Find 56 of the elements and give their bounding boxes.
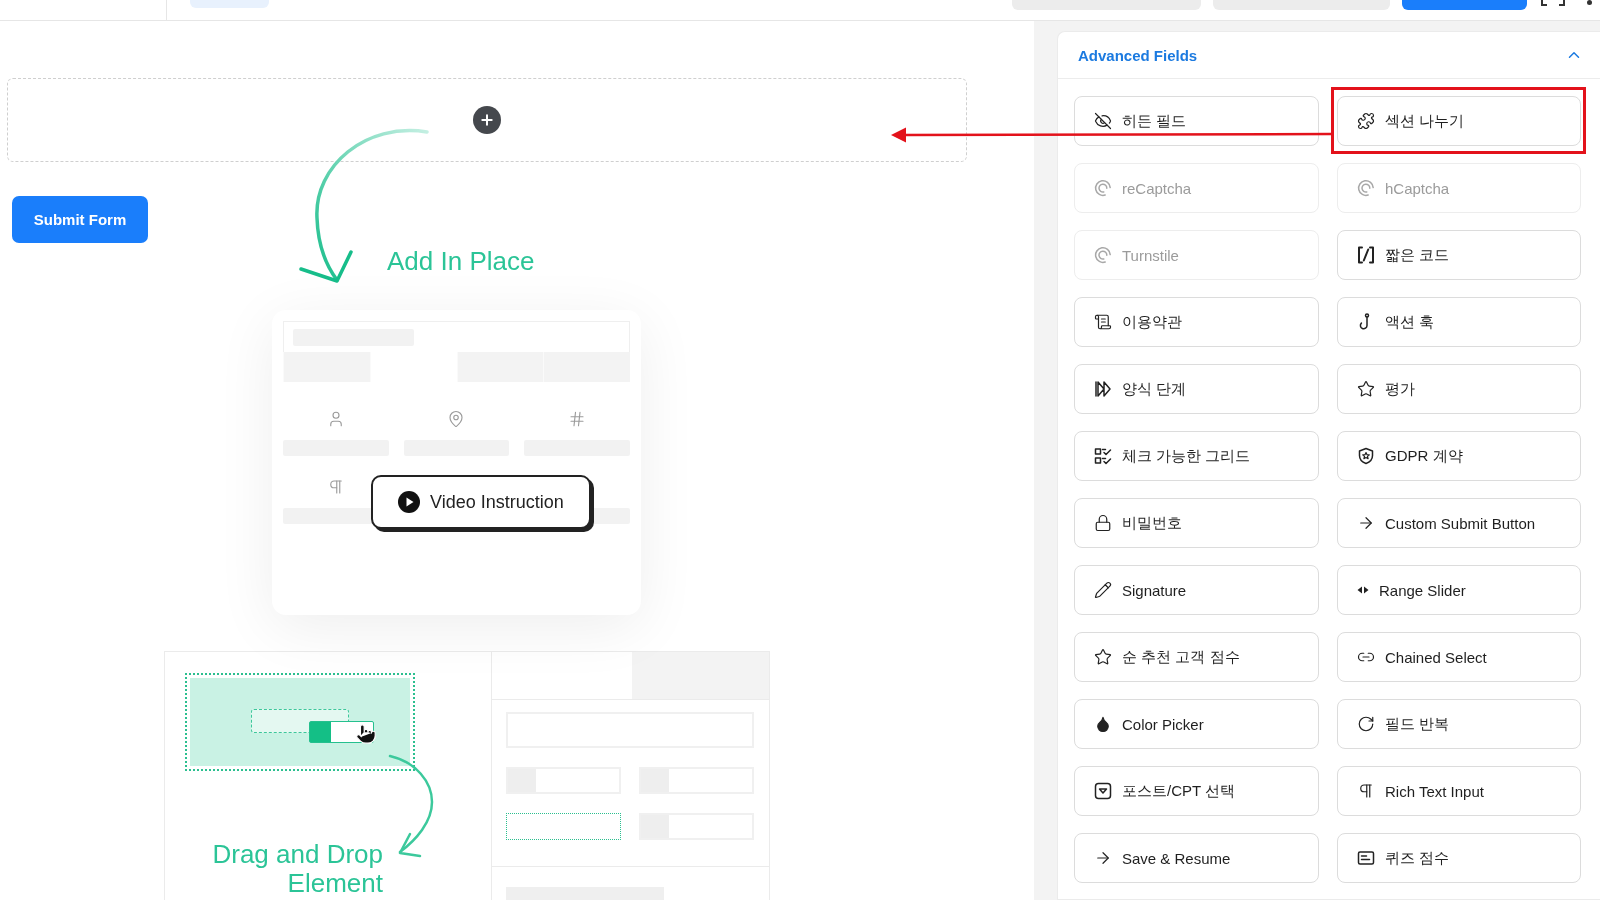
field-type-button[interactable]: 히든 필드: [1074, 96, 1319, 146]
arrow-right-icon: [1357, 514, 1375, 532]
pilcrow-icon: [1357, 782, 1375, 800]
lock-icon: [1094, 514, 1112, 532]
swirl-icon: [1094, 179, 1112, 197]
field-type-button[interactable]: 체크 가능한 그리드: [1074, 431, 1319, 481]
left-right-arrows-icon: [1357, 586, 1369, 594]
section-title: Advanced Fields: [1078, 46, 1198, 64]
submit-button[interactable]: Submit Form: [12, 196, 148, 243]
field-type-button[interactable]: 양식 단계: [1074, 364, 1319, 414]
field-type-button[interactable]: Signature: [1074, 565, 1319, 615]
field-type-button[interactable]: 짧은 코드: [1337, 230, 1581, 280]
star-icon: [1357, 380, 1375, 398]
field-type-button[interactable]: Save & Resume: [1074, 833, 1319, 883]
field-type-button[interactable]: 액션 훅: [1337, 297, 1581, 347]
dropdown-icon: [1094, 782, 1112, 800]
field-type-button[interactable]: Range Slider: [1337, 565, 1581, 615]
refresh-icon: [1357, 715, 1375, 733]
field-type-button[interactable]: Chained Select: [1337, 632, 1581, 682]
shield-star-icon: [1357, 447, 1375, 465]
brackets-icon: [1357, 246, 1375, 264]
field-type-button[interactable]: 섹션 나누기: [1337, 96, 1581, 146]
checklist-icon: [1094, 447, 1112, 465]
field-type-button[interactable]: 비밀번호: [1074, 498, 1319, 548]
dots-icon[interactable]: [1587, 0, 1592, 5]
guide-caption: Drag and Drop Element: [211, 840, 383, 898]
map-pin-icon: [447, 410, 466, 428]
eye-off-icon: [1094, 112, 1112, 130]
add-button[interactable]: [473, 106, 501, 134]
field-type-button[interactable]: 포스트/CPT 선택: [1074, 766, 1319, 816]
field-type-button[interactable]: Color Picker: [1074, 699, 1319, 749]
scroll-icon: [1094, 313, 1112, 331]
arrow-right-icon: [1094, 849, 1112, 867]
hash-icon: [568, 410, 587, 428]
skip-forward-icon: [1094, 380, 1112, 398]
field-type-button[interactable]: 퀴즈 점수: [1337, 833, 1581, 883]
hand-pointer-icon: [355, 723, 377, 745]
guide-caption: Add In Place: [387, 247, 536, 276]
field-type-button[interactable]: 순 추천 고객 점수: [1074, 632, 1319, 682]
swirl-icon: [1357, 179, 1375, 197]
field-type-button[interactable]: 필드 반복: [1337, 699, 1581, 749]
field-type-button[interactable]: Rich Text Input: [1337, 766, 1581, 816]
puzzle-icon: [1357, 112, 1375, 130]
swirl-icon: [1094, 246, 1112, 264]
field-type-button[interactable]: 이용약관: [1074, 297, 1319, 347]
droplet-icon: [1094, 715, 1112, 733]
video-button[interactable]: Video Instruction: [371, 475, 591, 529]
star-icon: [1094, 648, 1112, 666]
field-type-button[interactable]: 평가: [1337, 364, 1581, 414]
fullscreen-icon[interactable]: [1541, 0, 1565, 7]
plus-icon: [479, 112, 495, 128]
field-type-button[interactable]: GDPR 계약: [1337, 431, 1581, 481]
pencil-icon: [1094, 581, 1112, 599]
card-lines-icon: [1357, 849, 1375, 867]
field-type-button[interactable]: Custom Submit Button: [1337, 498, 1581, 548]
play-icon: [398, 491, 421, 513]
